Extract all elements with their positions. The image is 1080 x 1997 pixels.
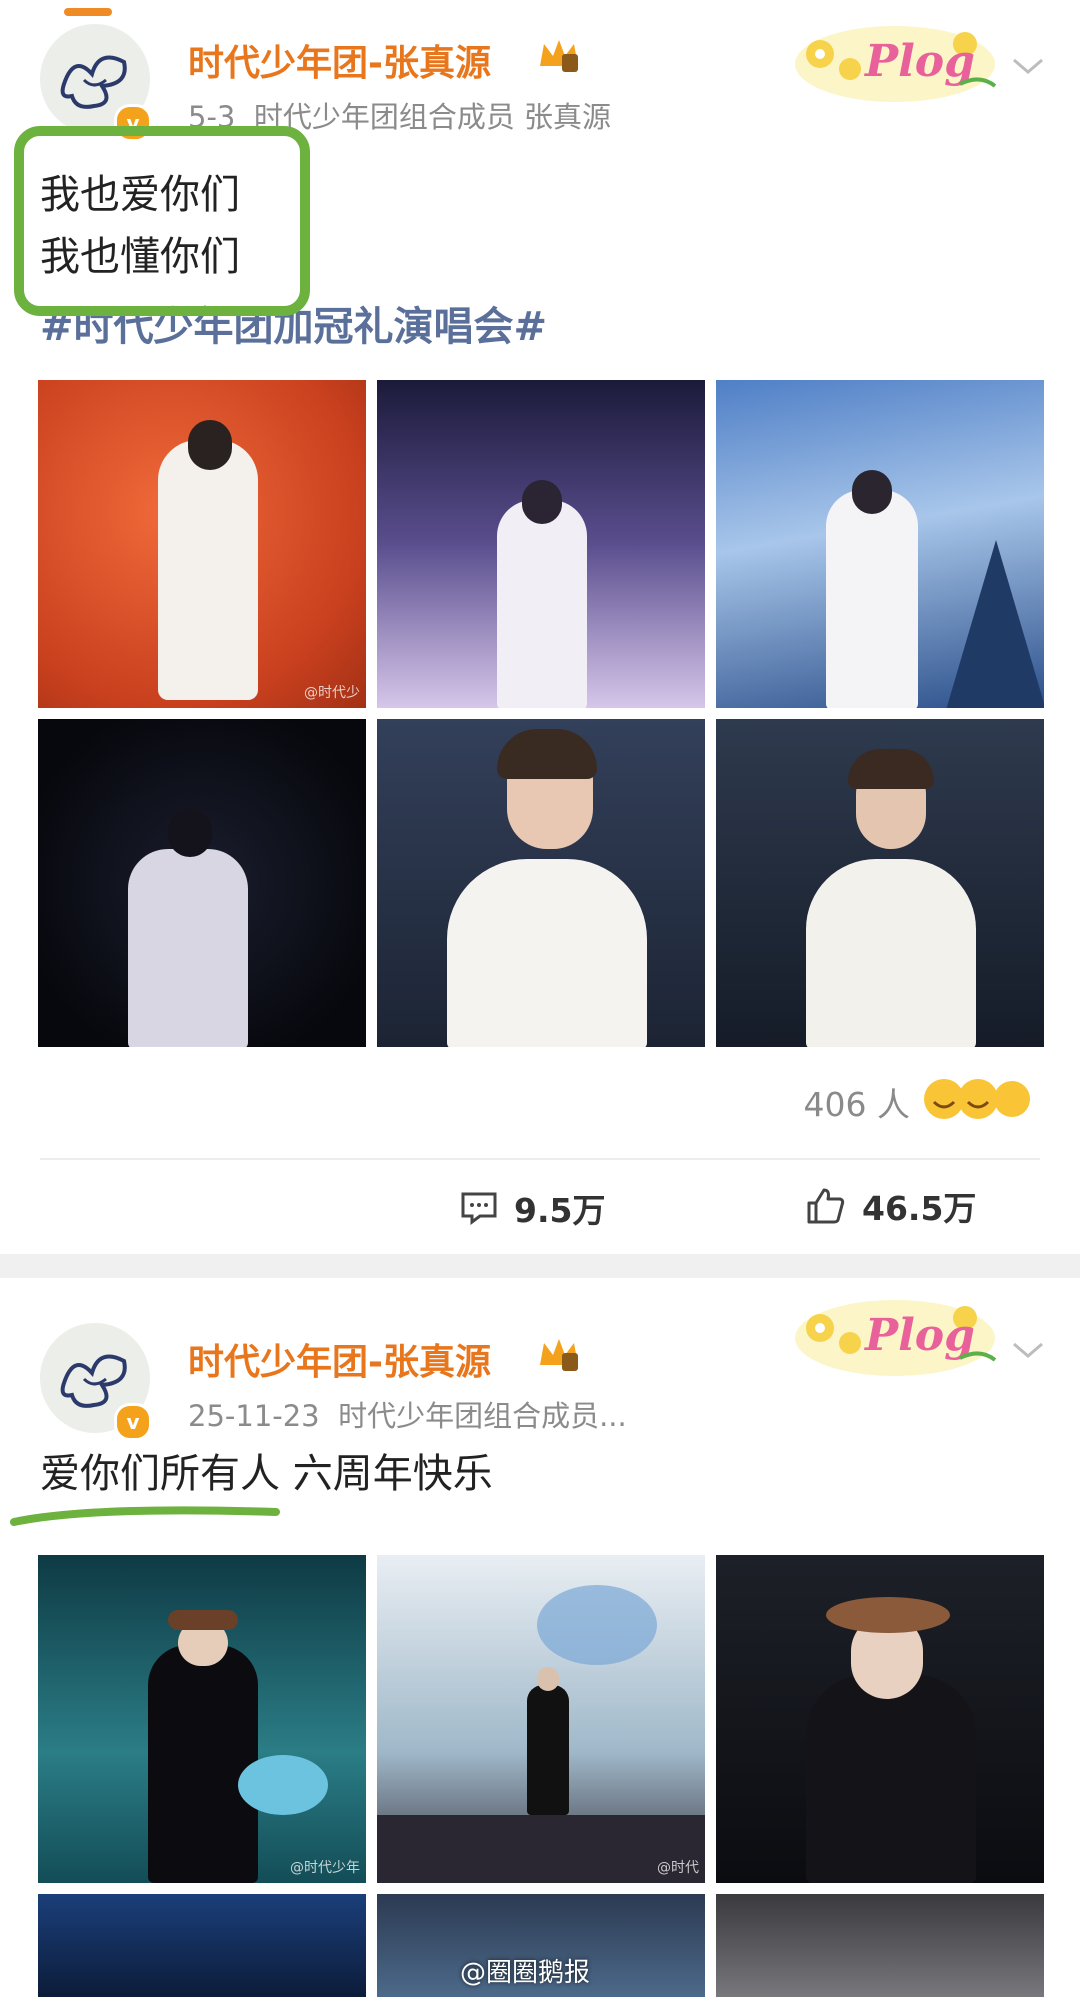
post-photo[interactable] <box>377 719 705 1047</box>
post-photo[interactable] <box>716 1555 1044 1883</box>
photo-watermark: @时代少年 <box>290 1860 360 1876</box>
post-source: 时代少年团组合成员... <box>338 1399 627 1433</box>
crown-icon <box>540 40 578 72</box>
post-photo[interactable] <box>716 719 1044 1047</box>
post-photo[interactable] <box>38 719 366 1047</box>
like-count: 46.5万 <box>862 1189 977 1228</box>
reaction-emoji-icons <box>924 1079 1030 1119</box>
post-photo[interactable] <box>38 1894 366 1997</box>
comment-button[interactable]: 9.5万 <box>460 1184 605 1232</box>
plog-sticker-icon: Plog <box>795 26 997 102</box>
post-photo[interactable]: @时代少 <box>38 380 366 708</box>
post-card: v 时代少年团-张真源 25-11-23 时代少年团组合成员... Plog 爱… <box>0 1278 1080 1997</box>
post-photo[interactable] <box>716 380 1044 708</box>
post-line: 爱你们所有人 六周年快乐 <box>40 1451 493 1497</box>
thumbs-up-icon <box>807 1188 845 1224</box>
verified-badge-icon: v <box>114 1403 152 1441</box>
post-photo[interactable]: @时代 <box>377 1555 705 1883</box>
comment-count: 9.5万 <box>514 1191 606 1230</box>
author-name[interactable]: 时代少年团-张真源 <box>188 1333 491 1385</box>
post-source: 时代少年团组合成员 张真源 <box>253 100 612 134</box>
post-photo[interactable]: @时代少年 <box>38 1555 366 1883</box>
post-photo[interactable] <box>716 1894 1044 1997</box>
divider <box>40 1158 1040 1160</box>
plog-sticker-icon: Plog <box>795 1300 997 1376</box>
photo-watermark: @时代 <box>657 1860 699 1876</box>
chevron-down-icon[interactable] <box>1010 54 1046 78</box>
post-photo[interactable] <box>377 380 705 708</box>
post-text: 爱你们所有人 六周年快乐 <box>40 1443 493 1505</box>
likers-count[interactable]: 406 人 <box>804 1078 910 1126</box>
like-button[interactable]: 46.5万 <box>806 1182 976 1230</box>
photo-watermark: @时代少 <box>304 685 360 701</box>
highlight-underline <box>10 1506 280 1526</box>
chevron-down-icon[interactable] <box>1010 1338 1046 1362</box>
post-date: 25-11-23 <box>188 1399 320 1433</box>
tab-indicator <box>64 8 112 16</box>
svg-text:Plog: Plog <box>863 36 975 87</box>
post-meta: 25-11-23 时代少年团组合成员... <box>188 1393 627 1435</box>
post-separator <box>0 1254 1080 1278</box>
footer-watermark: @圈圈鹅报 <box>460 1958 591 1988</box>
comment-icon <box>461 1192 497 1225</box>
author-name[interactable]: 时代少年团-张真源 <box>188 34 491 86</box>
svg-text:Plog: Plog <box>863 1310 975 1361</box>
crown-icon <box>540 1339 578 1371</box>
highlight-box <box>14 126 310 316</box>
